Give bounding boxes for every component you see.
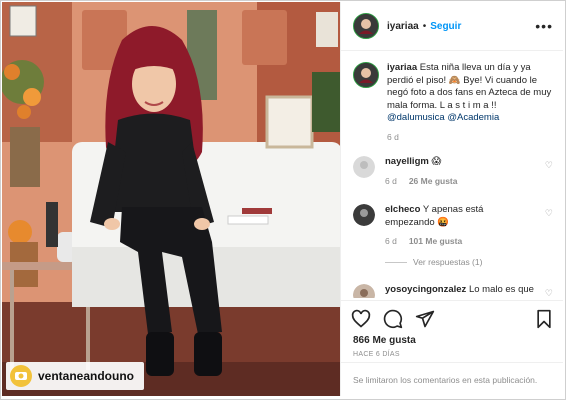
post-sidebar: iyariaa • Seguir ••• iyariaa Esta niña l… [340, 2, 563, 396]
comment-text: Lo malo es que [468, 284, 534, 295]
bookmark-icon[interactable] [535, 309, 553, 329]
caption-age: 6 d [387, 131, 399, 142]
comment-heart-icon[interactable]: ♡ [545, 288, 553, 298]
comment-age: 6 d [385, 236, 397, 246]
mention-link-academia[interactable]: @Academia [447, 112, 499, 123]
watermark-logo-icon [10, 365, 32, 387]
view-replies-label: Ver respuestas (1) [413, 257, 483, 267]
caption-meta: 6 d [387, 131, 553, 144]
comment-item: yosoycingonzalez Lo malo es que ♡ [353, 284, 553, 298]
comment-meta: 6 d 26 Me gusta [385, 175, 535, 188]
photo-illustration [2, 2, 340, 396]
view-replies-button[interactable]: Ver respuestas (1) [385, 257, 482, 267]
comment-username[interactable]: yosoycingonzalez [385, 284, 466, 295]
comment-username[interactable]: elcheco [385, 204, 420, 215]
caption-avatar[interactable] [353, 62, 379, 88]
post-photo[interactable]: ventaneandouno [2, 2, 340, 396]
watermark: ventaneandouno [6, 362, 145, 390]
comment-heart-icon[interactable]: ♡ [545, 208, 553, 219]
caption-username[interactable]: iyariaa [387, 62, 417, 73]
comment-likes[interactable]: 26 Me gusta [409, 176, 458, 186]
heart-icon[interactable] [351, 309, 371, 329]
user-avatar[interactable] [353, 13, 379, 39]
follow-button[interactable]: Seguir [430, 21, 461, 32]
comment-avatar[interactable] [353, 204, 375, 226]
comment-avatar[interactable] [353, 284, 375, 298]
mention-link-dalumusica[interactable]: @dalumusica [387, 112, 445, 123]
comments-limited-notice: Se limitaron los comentarios en esta pub… [341, 362, 563, 396]
post-time-ago: HACE 6 DÍAS [353, 351, 400, 358]
comment-item: elcheco Y apenas está empezando 🤬 6 d 101… [353, 204, 553, 248]
comment-item: nayelligm 😱 6 d 26 Me gusta ♡ [353, 156, 553, 187]
comment-heart-icon[interactable]: ♡ [545, 160, 553, 171]
comment-likes[interactable]: 101 Me gusta [409, 236, 462, 246]
replies-divider [385, 261, 407, 263]
share-icon[interactable] [415, 309, 435, 329]
post-username[interactable]: iyariaa [387, 21, 419, 32]
post-caption: iyariaa Esta niña lleva un día y ya perd… [353, 62, 553, 143]
separator-dot: • [422, 20, 427, 32]
comment-meta: 6 d 101 Me gusta [385, 235, 535, 248]
comment-age: 6 d [385, 175, 397, 186]
comment-text: 😱 [431, 156, 442, 167]
likes-count[interactable]: 866 Me gusta [353, 335, 416, 346]
comments-list[interactable]: iyariaa Esta niña lleva un día y ya perd… [341, 52, 563, 298]
comment-username[interactable]: nayelligm [385, 156, 429, 167]
more-options-icon[interactable]: ••• [535, 18, 553, 34]
comment-avatar[interactable] [353, 156, 375, 178]
post-header: iyariaa • Seguir ••• [341, 2, 563, 51]
comment-icon[interactable] [383, 309, 403, 329]
watermark-label: ventaneandouno [38, 369, 135, 383]
